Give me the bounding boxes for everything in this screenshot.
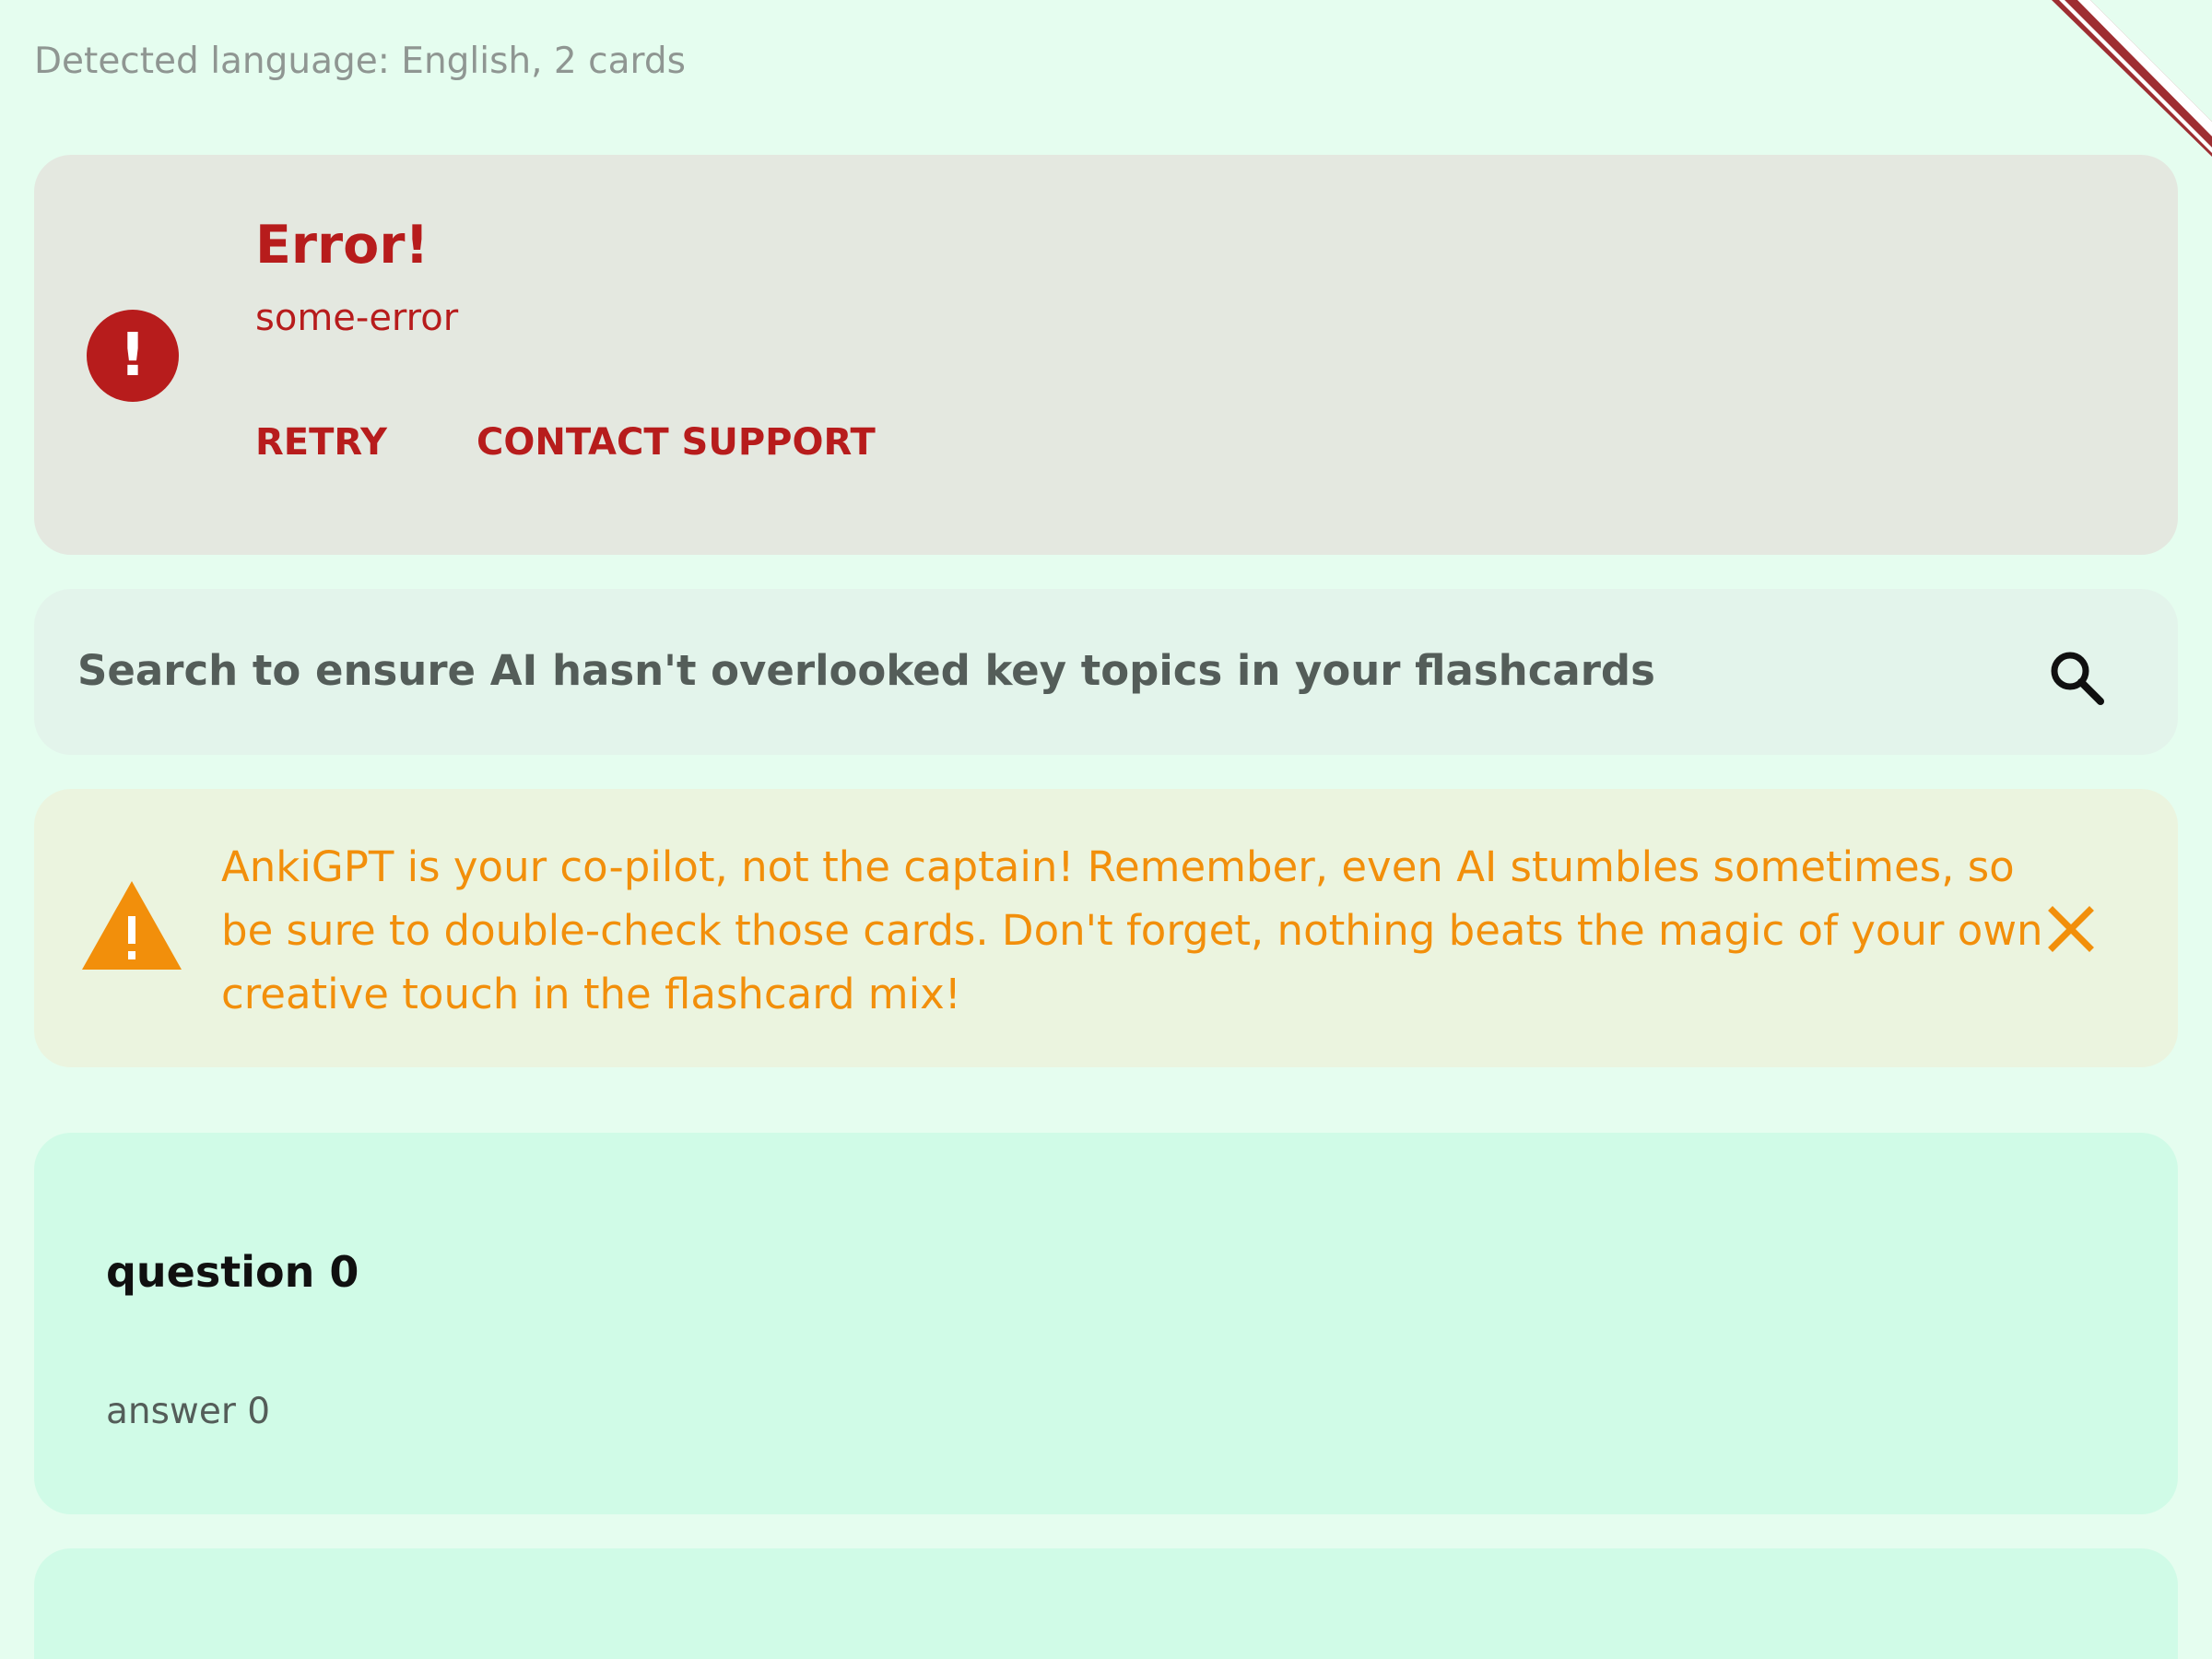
error-alert: ! Error! some-error RETRY CONTACT SUPPOR… xyxy=(34,155,2178,555)
search-icon[interactable] xyxy=(2047,648,2108,709)
error-title: Error! xyxy=(255,215,429,276)
topic-search-prompt: Search to ensure AI hasn't overlooked ke… xyxy=(77,646,1655,695)
close-icon[interactable] xyxy=(2043,901,2099,957)
topic-search-bar[interactable]: Search to ensure AI hasn't overlooked ke… xyxy=(34,589,2178,755)
flashcard-answer: answer 0 xyxy=(106,1391,271,1432)
contact-support-button[interactable]: CONTACT SUPPORT xyxy=(477,415,876,470)
page: Detected language: English, 2 cards ! Er… xyxy=(0,0,2212,1659)
flashcard-question: question 0 xyxy=(106,1247,359,1297)
warning-triangle-icon xyxy=(82,881,182,970)
retry-button[interactable]: RETRY xyxy=(255,415,387,470)
ai-warning-message: AnkiGPT is your co-pilot, not the captai… xyxy=(221,842,2043,1018)
error-icon: ! xyxy=(87,310,179,402)
corner-ribbon-icon xyxy=(2052,0,2212,157)
flashcard[interactable] xyxy=(34,1548,2178,1659)
ai-warning-banner: AnkiGPT is your co-pilot, not the captai… xyxy=(34,789,2178,1067)
error-message: some-error xyxy=(255,297,459,339)
detected-language-summary: Detected language: English, 2 cards xyxy=(34,41,686,82)
flashcard[interactable]: question 0 answer 0 xyxy=(34,1133,2178,1514)
